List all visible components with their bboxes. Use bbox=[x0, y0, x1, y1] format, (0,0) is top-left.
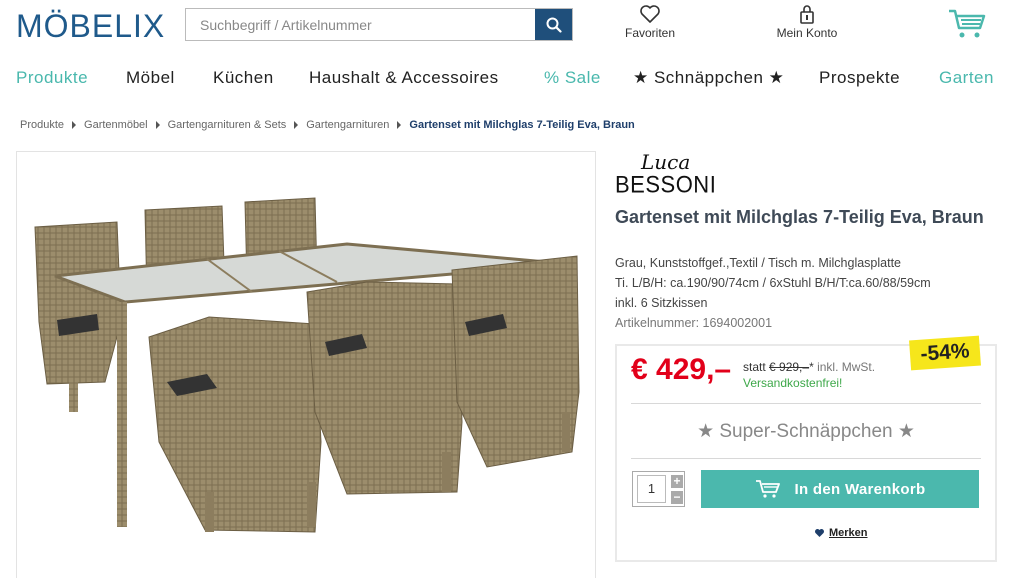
add-to-cart-button[interactable]: In den Warenkorb bbox=[701, 470, 979, 508]
divider bbox=[631, 403, 981, 404]
heart-icon bbox=[640, 5, 660, 23]
search-icon bbox=[546, 17, 562, 33]
search-input[interactable] bbox=[186, 9, 535, 40]
breadcrumb-current: Gartenset mit Milchglas 7-Teilig Eva, Br… bbox=[409, 119, 635, 131]
quantity-stepper: 1 + − bbox=[632, 471, 685, 507]
breadcrumb-item[interactable]: Gartengarnituren & Sets bbox=[168, 119, 287, 131]
cart-icon bbox=[755, 480, 780, 498]
product-desc-line: Ti. L/B/H: ca.190/90/74cm / 6xStuhl B/H/… bbox=[615, 276, 931, 290]
breadcrumb-arrow-icon bbox=[294, 121, 299, 129]
quantity-input[interactable]: 1 bbox=[637, 475, 666, 503]
nav-item-schnaeppchen[interactable]: ★ Schnäppchen ★ bbox=[633, 68, 784, 88]
account-label: Mein Konto bbox=[776, 26, 838, 40]
nav-item-produkte[interactable]: Produkte bbox=[16, 68, 88, 88]
heart-icon bbox=[815, 529, 824, 537]
statt-label: statt bbox=[743, 360, 766, 374]
nav-item-prospekte[interactable]: Prospekte bbox=[819, 68, 900, 88]
product-desc-line: inkl. 6 Sitzkissen bbox=[615, 296, 708, 310]
favorites-label: Favoriten bbox=[624, 26, 676, 40]
plus-button[interactable]: + bbox=[671, 475, 683, 488]
breadcrumb-arrow-icon bbox=[72, 121, 77, 129]
breadcrumb-arrow-icon bbox=[155, 121, 160, 129]
breadcrumb-arrow-icon bbox=[397, 121, 402, 129]
add-to-cart-label: In den Warenkorb bbox=[794, 480, 926, 498]
cart-icon bbox=[949, 9, 986, 38]
garden-set-illustration bbox=[34, 197, 580, 533]
breadcrumb-item[interactable]: Gartengarnituren bbox=[306, 119, 389, 131]
main-nav: Produkte Möbel Küchen Haushalt & Accesso… bbox=[0, 58, 1014, 98]
brand-name: BESSONI bbox=[615, 170, 717, 199]
mwst-label: inkl. MwSt. bbox=[817, 360, 876, 374]
breadcrumb: Produkte Gartenmöbel Gartengarnituren & … bbox=[20, 119, 635, 131]
product-desc-line: Grau, Kunststoffgef.,Textil / Tisch m. M… bbox=[615, 256, 901, 270]
search-button[interactable] bbox=[535, 9, 572, 40]
account-link[interactable]: Mein Konto bbox=[768, 4, 846, 40]
discount-badge: -54% bbox=[909, 335, 981, 371]
favorites-link[interactable]: Favoriten bbox=[620, 4, 680, 40]
asterisk: * bbox=[809, 360, 814, 374]
nav-item-kuechen[interactable]: Küchen bbox=[213, 68, 274, 88]
lock-icon bbox=[800, 5, 814, 24]
cart-button[interactable] bbox=[947, 8, 987, 45]
article-number: Artikelnummer: 1694002001 bbox=[615, 316, 773, 330]
super-schnaeppchen-label: ★ Super-Schnäppchen ★ bbox=[697, 421, 915, 442]
product-title: Gartenset mit Milchglas 7-Teilig Eva, Br… bbox=[615, 207, 984, 227]
product-image[interactable] bbox=[16, 151, 596, 578]
merken-label: Merken bbox=[829, 527, 868, 539]
old-price: € 929,– bbox=[769, 360, 810, 374]
breadcrumb-item[interactable]: Gartenmöbel bbox=[84, 119, 148, 131]
search-bar bbox=[185, 8, 573, 41]
merken-link[interactable]: Merken bbox=[814, 527, 868, 539]
divider bbox=[631, 458, 981, 459]
nav-item-sale[interactable]: % Sale bbox=[544, 68, 601, 88]
nav-item-moebel[interactable]: Möbel bbox=[126, 68, 175, 88]
minus-button[interactable]: − bbox=[671, 491, 683, 504]
shipping-info: Versandkostenfrei! bbox=[743, 376, 843, 390]
breadcrumb-item[interactable]: Produkte bbox=[20, 119, 64, 131]
nav-item-garten[interactable]: Garten bbox=[939, 68, 994, 88]
old-price-line: statt € 929,–* inkl. MwSt. bbox=[743, 360, 875, 374]
logo[interactable]: MÖBELIX bbox=[16, 8, 165, 45]
nav-item-haushalt[interactable]: Haushalt & Accessoires bbox=[309, 68, 499, 88]
header: MÖBELIX Favoriten Mein Konto bbox=[0, 0, 1014, 56]
current-price: € 429,– bbox=[631, 353, 732, 386]
